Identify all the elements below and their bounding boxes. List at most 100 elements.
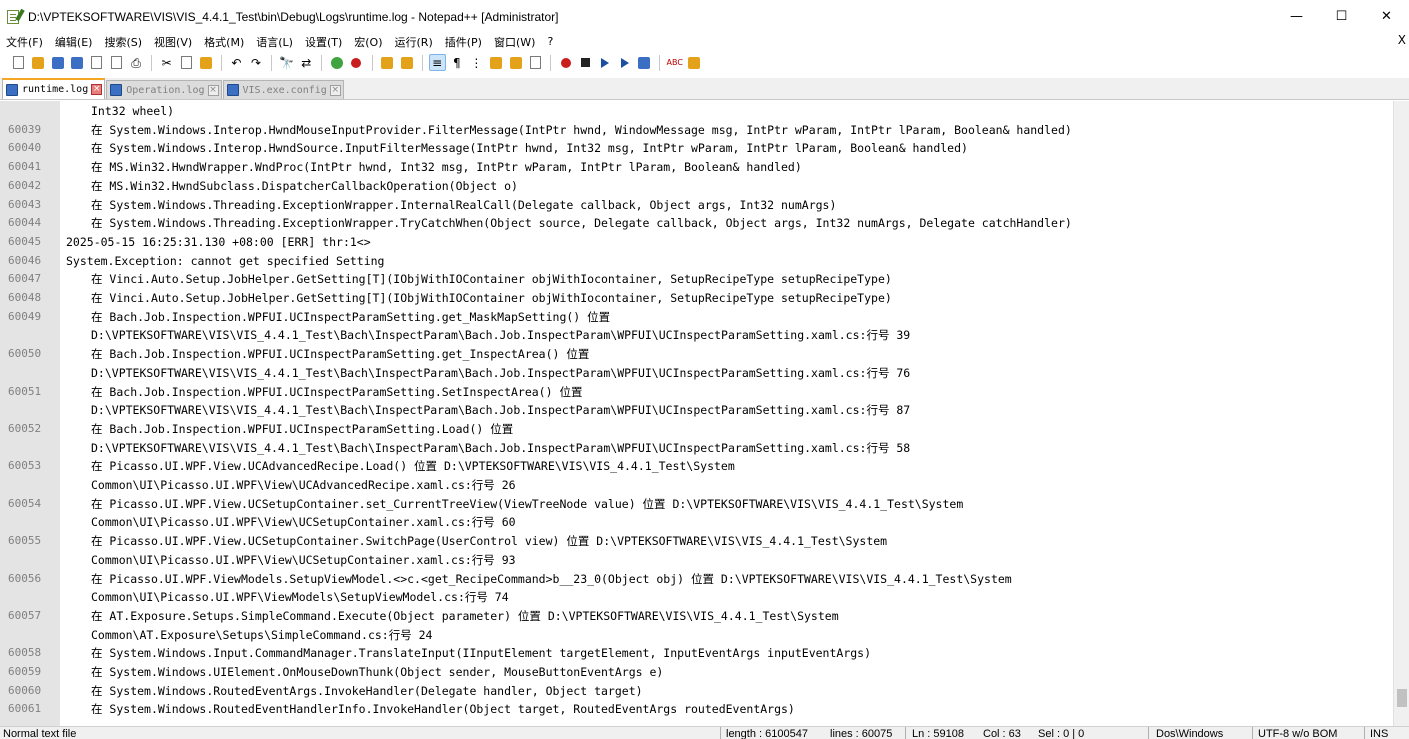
- menu-edit[interactable]: 编辑(E): [49, 34, 99, 50]
- line-text: 在 System.Windows.Interop.HwndSource.Inpu…: [91, 141, 968, 156]
- editor-line[interactable]: D:\VPTEKSOFTWARE\VIS\VIS_4.4.1_Test\Bach…: [0, 401, 1393, 420]
- editor-line[interactable]: 60056 在 Picasso.UI.WPF.ViewModels.SetupVi…: [0, 570, 1393, 589]
- menu-run[interactable]: 运行(R): [389, 34, 439, 50]
- save-all-icon[interactable]: [69, 54, 86, 71]
- menu-plugins[interactable]: 插件(P): [439, 34, 488, 50]
- close-all-icon[interactable]: [108, 54, 125, 71]
- vertical-scrollbar[interactable]: [1393, 101, 1409, 726]
- status-separator: [905, 727, 906, 739]
- editor-line[interactable]: 60059 在 System.Windows.UIElement.OnMouseD…: [0, 663, 1393, 682]
- editor-line[interactable]: 60055 在 Picasso.UI.WPF.View.UCSetupContai…: [0, 532, 1393, 551]
- new-file-icon[interactable]: [10, 54, 27, 71]
- replace-icon[interactable]: ⇄: [298, 54, 315, 71]
- editor-line[interactable]: 60057 在 AT.Exposure.Setups.SimpleCommand.…: [0, 607, 1393, 626]
- sync-vertical-icon[interactable]: [379, 54, 396, 71]
- sync-horizontal-icon[interactable]: [398, 54, 415, 71]
- menu-format[interactable]: 格式(M): [198, 34, 250, 50]
- menu-search[interactable]: 搜索(S): [98, 34, 148, 50]
- plugin-icon[interactable]: [686, 54, 703, 71]
- editor-line[interactable]: D:\VPTEKSOFTWARE\VIS\VIS_4.4.1_Test\Bach…: [0, 326, 1393, 345]
- tab-label: VIS.exe.config: [242, 84, 327, 96]
- tab-close-icon[interactable]: ×: [329, 84, 341, 96]
- menu-window[interactable]: 窗口(W): [488, 34, 541, 50]
- editor-line[interactable]: 60046 System.Exception: cannot get specif…: [0, 252, 1393, 271]
- open-file-icon[interactable]: [30, 54, 47, 71]
- tab-vis-exe-config[interactable]: VIS.exe.config ×: [222, 80, 344, 99]
- tab-close-icon[interactable]: ×: [91, 84, 103, 95]
- minimize-button[interactable]: —: [1274, 0, 1319, 33]
- tab-runtime-log[interactable]: runtime.log ×: [2, 78, 106, 99]
- find-icon[interactable]: 🔭: [278, 54, 295, 71]
- toolbar-separator: [371, 54, 373, 71]
- run-macro-multiple-icon[interactable]: [616, 54, 633, 71]
- zoom-out-icon[interactable]: [348, 54, 365, 71]
- editor-line[interactable]: 60049 在 Bach.Job.Inspection.WPFUI.UCInspe…: [0, 308, 1393, 327]
- menu-help[interactable]: ?: [541, 35, 559, 48]
- stop-macro-icon[interactable]: [577, 54, 594, 71]
- notepadpp-app-icon[interactable]: [6, 8, 25, 25]
- editor-line[interactable]: Common\UI\Picasso.UI.WPF\View\UCAdvanced…: [0, 476, 1393, 495]
- maximize-button[interactable]: ☐: [1319, 0, 1364, 33]
- play-macro-icon[interactable]: [596, 54, 613, 71]
- spell-check-icon[interactable]: ABC: [666, 54, 683, 71]
- close-file-icon[interactable]: [88, 54, 105, 71]
- line-number: 60056: [8, 571, 42, 585]
- editor-line[interactable]: 60048 在 Vinci.Auto.Setup.JobHelper.GetSet…: [0, 289, 1393, 308]
- editor-line[interactable]: 60045 2025-05-15 16:25:31.130 +08:00 [ERR…: [0, 233, 1393, 252]
- tab-close-icon[interactable]: ×: [207, 84, 219, 96]
- editor-line[interactable]: 60060 在 System.Windows.RoutedEventArgs.In…: [0, 682, 1393, 701]
- copy-icon[interactable]: [178, 54, 195, 71]
- editor-line[interactable]: 60053 在 Picasso.UI.WPF.View.UCAdvancedRec…: [0, 457, 1393, 476]
- scrollbar-thumb[interactable]: [1397, 689, 1407, 707]
- line-text: 在 System.Windows.Threading.ExceptionWrap…: [91, 197, 837, 212]
- close-button[interactable]: ✕: [1364, 0, 1409, 33]
- editor-line[interactable]: Common\UI\Picasso.UI.WPF\View\UCSetupCon…: [0, 513, 1393, 532]
- menu-file[interactable]: 文件(F): [0, 34, 49, 50]
- status-ln: Ln : 59108: [912, 728, 964, 739]
- editor-area[interactable]: Int32 wheel) 60039 在 System.Windows.Intero…: [0, 101, 1409, 726]
- editor-line[interactable]: 60041 在 MS.Win32.HwndWrapper.WndProc(IntP…: [0, 158, 1393, 177]
- editor-line[interactable]: D:\VPTEKSOFTWARE\VIS\VIS_4.4.1_Test\Bach…: [0, 439, 1393, 458]
- print-icon[interactable]: ⎙: [128, 54, 145, 71]
- record-macro-icon[interactable]: [557, 54, 574, 71]
- editor-line[interactable]: 60047 在 Vinci.Auto.Setup.JobHelper.GetSet…: [0, 270, 1393, 289]
- paste-icon[interactable]: [197, 54, 214, 71]
- editor-line[interactable]: 60052 在 Bach.Job.Inspection.WPFUI.UCInspe…: [0, 420, 1393, 439]
- save-state-icon: [6, 83, 18, 96]
- editor-line[interactable]: 60050 在 Bach.Job.Inspection.WPFUI.UCInspe…: [0, 345, 1393, 364]
- editor-line[interactable]: 60040 在 System.Windows.Interop.HwndSource…: [0, 139, 1393, 158]
- indent-guide-icon[interactable]: ⋮: [468, 54, 485, 71]
- editor-line[interactable]: 60039 在 System.Windows.Interop.HwndMouseI…: [0, 121, 1393, 140]
- editor-line[interactable]: 60058 在 System.Windows.Input.CommandManag…: [0, 644, 1393, 663]
- editor-line[interactable]: 60051 在 Bach.Job.Inspection.WPFUI.UCInspe…: [0, 383, 1393, 402]
- show-all-characters-icon[interactable]: ¶: [448, 54, 465, 71]
- close-document-button[interactable]: X: [1398, 33, 1406, 47]
- document-map-icon[interactable]: [507, 54, 524, 71]
- line-text: 在 AT.Exposure.Setups.SimpleCommand.Execu…: [91, 608, 839, 623]
- menu-language[interactable]: 语言(L): [250, 34, 299, 50]
- function-list-icon[interactable]: [487, 54, 504, 71]
- zoom-in-icon[interactable]: [328, 54, 345, 71]
- word-wrap-icon[interactable]: ≡: [428, 54, 446, 71]
- cut-icon[interactable]: ✂: [158, 54, 175, 71]
- editor-line[interactable]: Common\UI\Picasso.UI.WPF\View\UCSetupCon…: [0, 551, 1393, 570]
- editor-line[interactable]: 60043 在 System.Windows.Threading.Exceptio…: [0, 196, 1393, 215]
- save-macro-icon[interactable]: [636, 54, 653, 71]
- menu-macro[interactable]: 宏(O): [348, 34, 388, 50]
- editor-line[interactable]: 60061 在 System.Windows.RoutedEventHandler…: [0, 700, 1393, 719]
- editor-line[interactable]: 60044 在 System.Windows.Threading.Exceptio…: [0, 214, 1393, 233]
- editor-line[interactable]: Common\UI\Picasso.UI.WPF\ViewModels\Setu…: [0, 588, 1393, 607]
- menu-settings[interactable]: 设置(T): [299, 34, 348, 50]
- monitoring-icon[interactable]: [527, 54, 544, 71]
- editor-line[interactable]: 60054 在 Picasso.UI.WPF.View.UCSetupContai…: [0, 495, 1393, 514]
- editor-line[interactable]: Common\AT.Exposure\Setups\SimpleCommand.…: [0, 626, 1393, 645]
- undo-icon[interactable]: ↶: [228, 54, 245, 71]
- editor-line[interactable]: 60042 在 MS.Win32.HwndSubclass.DispatcherC…: [0, 177, 1393, 196]
- line-text: D:\VPTEKSOFTWARE\VIS\VIS_4.4.1_Test\Bach…: [91, 440, 911, 455]
- redo-icon[interactable]: ↷: [248, 54, 265, 71]
- menu-view[interactable]: 视图(V): [148, 34, 198, 50]
- editor-line[interactable]: D:\VPTEKSOFTWARE\VIS\VIS_4.4.1_Test\Bach…: [0, 364, 1393, 383]
- tab-operation-log[interactable]: Operation.log ×: [106, 80, 222, 99]
- save-icon[interactable]: [49, 54, 66, 71]
- editor-line[interactable]: Int32 wheel): [0, 102, 1393, 121]
